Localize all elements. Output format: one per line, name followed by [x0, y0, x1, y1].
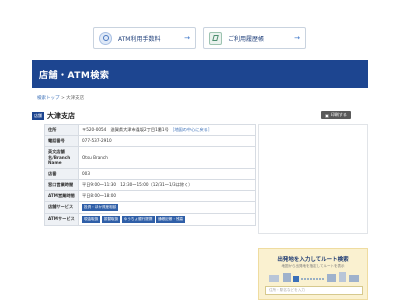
table-row: 住所 〒520-0054 滋賀県大津市逢坂2丁目1番1号 ［地図の中心に戻る］ — [44, 124, 256, 136]
history-label: ご利用履歴帳 — [228, 35, 265, 43]
atm-fee-button[interactable]: ATM利用手数料 → — [93, 27, 196, 49]
route-search-panel: 出発地を入力してルート検索 地図から出発地を指定してルートを表示 住所・駅名など… — [258, 248, 368, 300]
table-row: 英文店舗名/Branch Name Otsu Branch — [44, 146, 256, 169]
arrow-right-icon: → — [184, 34, 190, 42]
atm-hours-label: ATM営業時間 — [44, 189, 79, 202]
atm-hours-value: 平日8:00～18:00 — [78, 189, 256, 202]
branch-header: 店舗 大津支店 — [32, 111, 75, 121]
branch-no-label: 店番 — [44, 167, 79, 180]
breadcrumb-separator: > — [60, 96, 65, 101]
table-row: ATM営業時間 平日8:00～18:00 — [44, 189, 256, 202]
service-chip: ゆうちょ銀行提携 — [121, 216, 155, 223]
branch-name: 大津支店 — [47, 112, 75, 120]
store-services-label: 店舗サービス — [44, 200, 79, 214]
address-value: 〒520-0054 滋賀県大津市逢坂2丁目1番1号 — [82, 127, 169, 133]
branch-info-table: 住所 〒520-0054 滋賀県大津市逢坂2丁目1番1号 ［地図の中心に戻る］ … — [44, 124, 256, 226]
map-center-link[interactable]: ［地図の中心に戻る］ — [170, 127, 212, 132]
route-search-input[interactable]: 住所・駅名などを入力 — [265, 286, 363, 295]
table-row: ATMサービス 現金取扱 振替取扱 ゆうちょ銀行提携 通帳記帳・残高 — [44, 212, 256, 226]
english-name-label: 英文店舗名/Branch Name — [44, 146, 79, 169]
page-title-banner: 店舗・ATM検索 — [32, 60, 368, 88]
printer-icon: ▣ — [325, 112, 329, 118]
phone-value: 077-537-2910 — [78, 135, 256, 147]
breadcrumb-top-link[interactable]: 検索トップ — [37, 96, 60, 101]
english-name-value: Otsu Branch — [78, 146, 256, 169]
branch-photo-frame — [258, 124, 368, 234]
history-button[interactable]: ご利用履歴帳 → — [203, 27, 306, 49]
atm-services-label: ATMサービス — [44, 212, 79, 226]
window-hours-label: 窓口営業時間 — [44, 178, 79, 191]
breadcrumb: 検索トップ > 大津支店 — [37, 95, 84, 101]
window-hours-value: 平日9:00～11:30 12:30～15:00（12/31～1/3は除く） — [78, 178, 256, 191]
address-label: 住所 — [44, 124, 79, 136]
arrow-right-icon: → — [294, 34, 300, 42]
phone-label: 電話番号 — [44, 135, 79, 147]
service-chip: 投資・ほか資産相談 — [82, 204, 119, 211]
address-cell: 〒520-0054 滋賀県大津市逢坂2丁目1番1号 ［地図の中心に戻る］ — [78, 124, 256, 136]
print-button[interactable]: ▣ 印刷する — [321, 111, 351, 119]
table-row: 電話番号 077-537-2910 — [44, 135, 256, 147]
table-row: 店番 003 — [44, 167, 256, 180]
atm-icon — [99, 31, 112, 45]
service-chip: 現金取扱 — [82, 216, 101, 223]
atm-fee-label: ATM利用手数料 — [118, 35, 161, 43]
edit-icon — [209, 31, 222, 45]
branch-type-tag: 店舗 — [32, 112, 44, 120]
service-chip: 通帳記帳・残高 — [156, 216, 186, 223]
table-row: 窓口営業時間 平日9:00～11:30 12:30～15:00（12/31～1/… — [44, 178, 256, 191]
breadcrumb-current: 大津支店 — [66, 96, 85, 101]
route-search-placeholder: 住所・駅名などを入力 — [269, 288, 305, 292]
store-services-cell: 投資・ほか資産相談 — [78, 200, 256, 214]
route-search-title: 出発地を入力してルート検索 — [277, 257, 349, 263]
service-chip: 振替取扱 — [101, 216, 121, 223]
table-row: 店舗サービス 投資・ほか資産相談 — [44, 200, 256, 214]
branch-no-value: 003 — [78, 167, 256, 180]
print-label: 印刷する — [330, 112, 347, 117]
atm-services-cell: 現金取扱 振替取扱 ゆうちょ銀行提携 通帳記帳・残高 — [78, 212, 256, 226]
page-title: 店舗・ATM検索 — [39, 70, 110, 81]
route-illustration-icon — [269, 272, 359, 282]
